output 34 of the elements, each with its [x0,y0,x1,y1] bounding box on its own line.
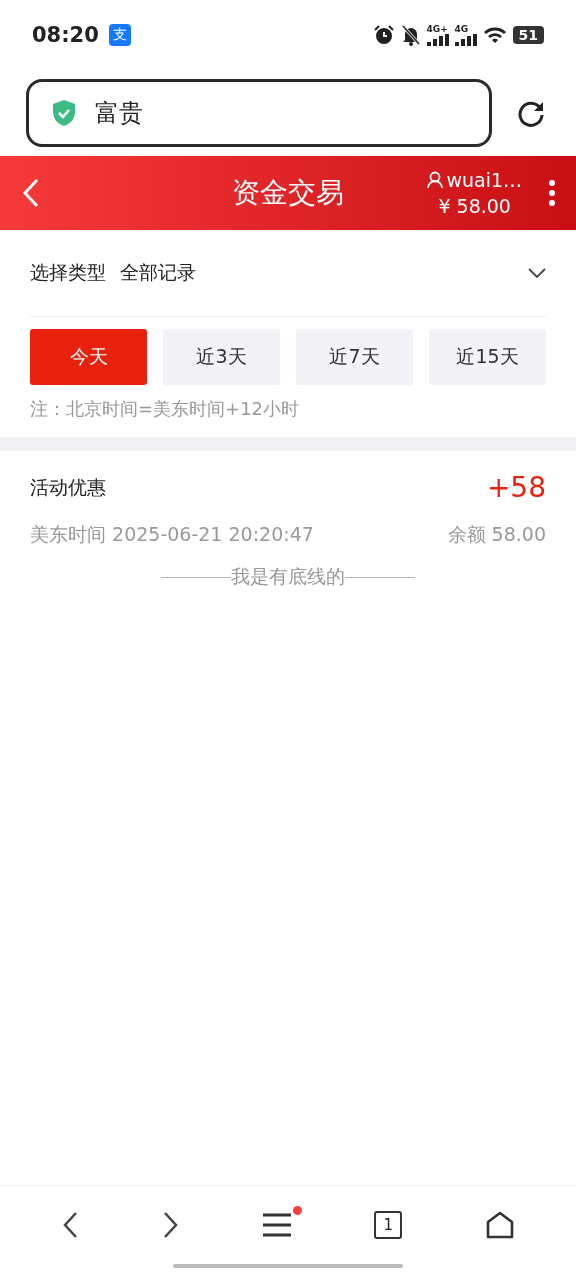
signal-icon [426,34,449,46]
app-badge: 支 [108,24,131,46]
account-balance: ¥ 58.00 [438,194,511,219]
muted-bell-icon [400,24,421,46]
record-amount: +58 [486,471,546,504]
type-selector[interactable]: 选择类型 全部记录 [30,230,546,317]
home-icon[interactable] [484,1210,515,1240]
date-tab[interactable]: 今天 [30,329,147,385]
shield-check-icon [51,99,77,127]
alarm-icon [372,24,395,46]
back-icon[interactable] [61,1211,80,1239]
timezone-note: 注：北京时间=美东时间+12小时 [29,397,301,421]
tabs-button[interactable]: 1 [374,1211,403,1239]
username: wuai1… [446,168,522,193]
end-of-list-text: 我是有底线的 [231,564,345,589]
date-tab[interactable]: 近3天 [163,329,280,385]
page-title: 资金交易 [232,175,344,211]
signal-icon [454,34,477,46]
menu-icon[interactable] [261,1212,292,1238]
forward-icon[interactable] [161,1211,180,1239]
battery-indicator: 51 [512,26,544,44]
record-title: 活动优惠 [30,474,106,500]
date-tab[interactable]: 近7天 [296,329,413,385]
wifi-icon [482,25,507,45]
record-balance: 余额 58.00 [447,522,546,547]
network-label: 4G [454,24,469,34]
address-bar[interactable]: 富贵 [26,79,492,147]
status-time: 08:20 [32,23,99,47]
network-label: 4G+ [426,24,448,34]
user-icon [427,171,444,189]
chevron-down-icon [528,268,546,278]
more-icon[interactable] [548,179,556,207]
date-tab[interactable]: 近15天 [429,329,546,385]
record-time: 美东时间 2025-06-21 20:20:47 [30,522,314,547]
